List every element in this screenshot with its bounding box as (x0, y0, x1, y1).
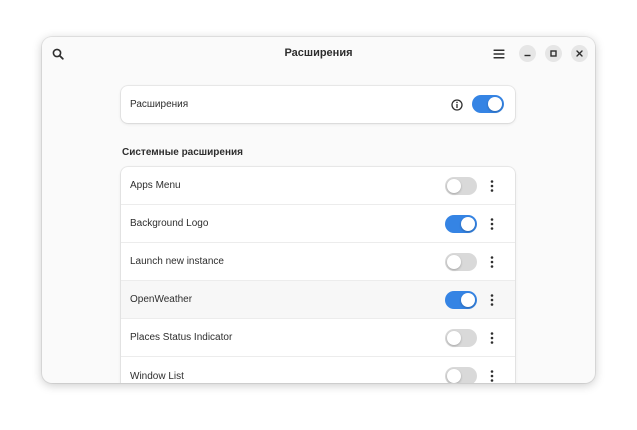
extension-switch[interactable] (445, 177, 477, 195)
minimize-button[interactable] (519, 45, 536, 62)
close-button[interactable] (571, 45, 588, 62)
extension-menu-button[interactable] (486, 254, 498, 270)
main-extensions-card: Расширения (121, 86, 515, 123)
extension-menu-button[interactable] (486, 292, 498, 308)
window-title: Расширения (284, 47, 353, 59)
switch-knob (447, 331, 461, 345)
header-bar: Расширения (42, 37, 595, 71)
extension-row-window-list: Window List (121, 357, 515, 383)
extension-switch[interactable] (445, 291, 477, 309)
extension-menu-button[interactable] (486, 368, 498, 383)
extension-row-apps-menu: Apps Menu (121, 167, 515, 205)
minimize-icon (524, 54, 531, 57)
main-menu-button[interactable] (490, 45, 508, 63)
extension-switch[interactable] (445, 215, 477, 233)
switch-knob (447, 179, 461, 193)
extension-row-launch-new-instance: Launch new instance (121, 243, 515, 281)
vertical-ellipsis-icon (490, 256, 494, 268)
hamburger-menu-icon (493, 49, 505, 59)
extension-row-openweather: OpenWeather (121, 281, 515, 319)
extension-menu-button[interactable] (486, 216, 498, 232)
switch-knob (461, 217, 475, 231)
switch-knob (447, 255, 461, 269)
extension-row-places-status-indicator: Places Status Indicator (121, 319, 515, 357)
vertical-ellipsis-icon (490, 218, 494, 230)
info-icon (450, 98, 463, 111)
extension-switch[interactable] (445, 329, 477, 347)
section-title: Системные расширения (122, 147, 243, 158)
vertical-ellipsis-icon (490, 332, 494, 344)
info-button[interactable] (449, 97, 464, 112)
switch-knob (488, 97, 502, 111)
vertical-ellipsis-icon (490, 180, 494, 192)
extension-menu-button[interactable] (486, 178, 498, 194)
extensions-master-switch[interactable] (472, 95, 504, 113)
vertical-ellipsis-icon (490, 294, 494, 306)
switch-knob (461, 293, 475, 307)
extension-menu-button[interactable] (486, 330, 498, 346)
extension-switch[interactable] (445, 367, 477, 383)
system-extensions-list: Apps Menu Background Logo Launch new ins… (121, 167, 515, 383)
close-icon (576, 50, 583, 57)
extension-row-background-logo: Background Logo (121, 205, 515, 243)
vertical-ellipsis-icon (490, 370, 494, 382)
extensions-toggle-row: Расширения (121, 86, 515, 123)
extension-switch[interactable] (445, 253, 477, 271)
extensions-window: Расширения Расширения Системные расширен… (42, 37, 595, 383)
switch-knob (447, 369, 461, 383)
maximize-button[interactable] (545, 45, 562, 62)
maximize-icon (550, 50, 557, 57)
